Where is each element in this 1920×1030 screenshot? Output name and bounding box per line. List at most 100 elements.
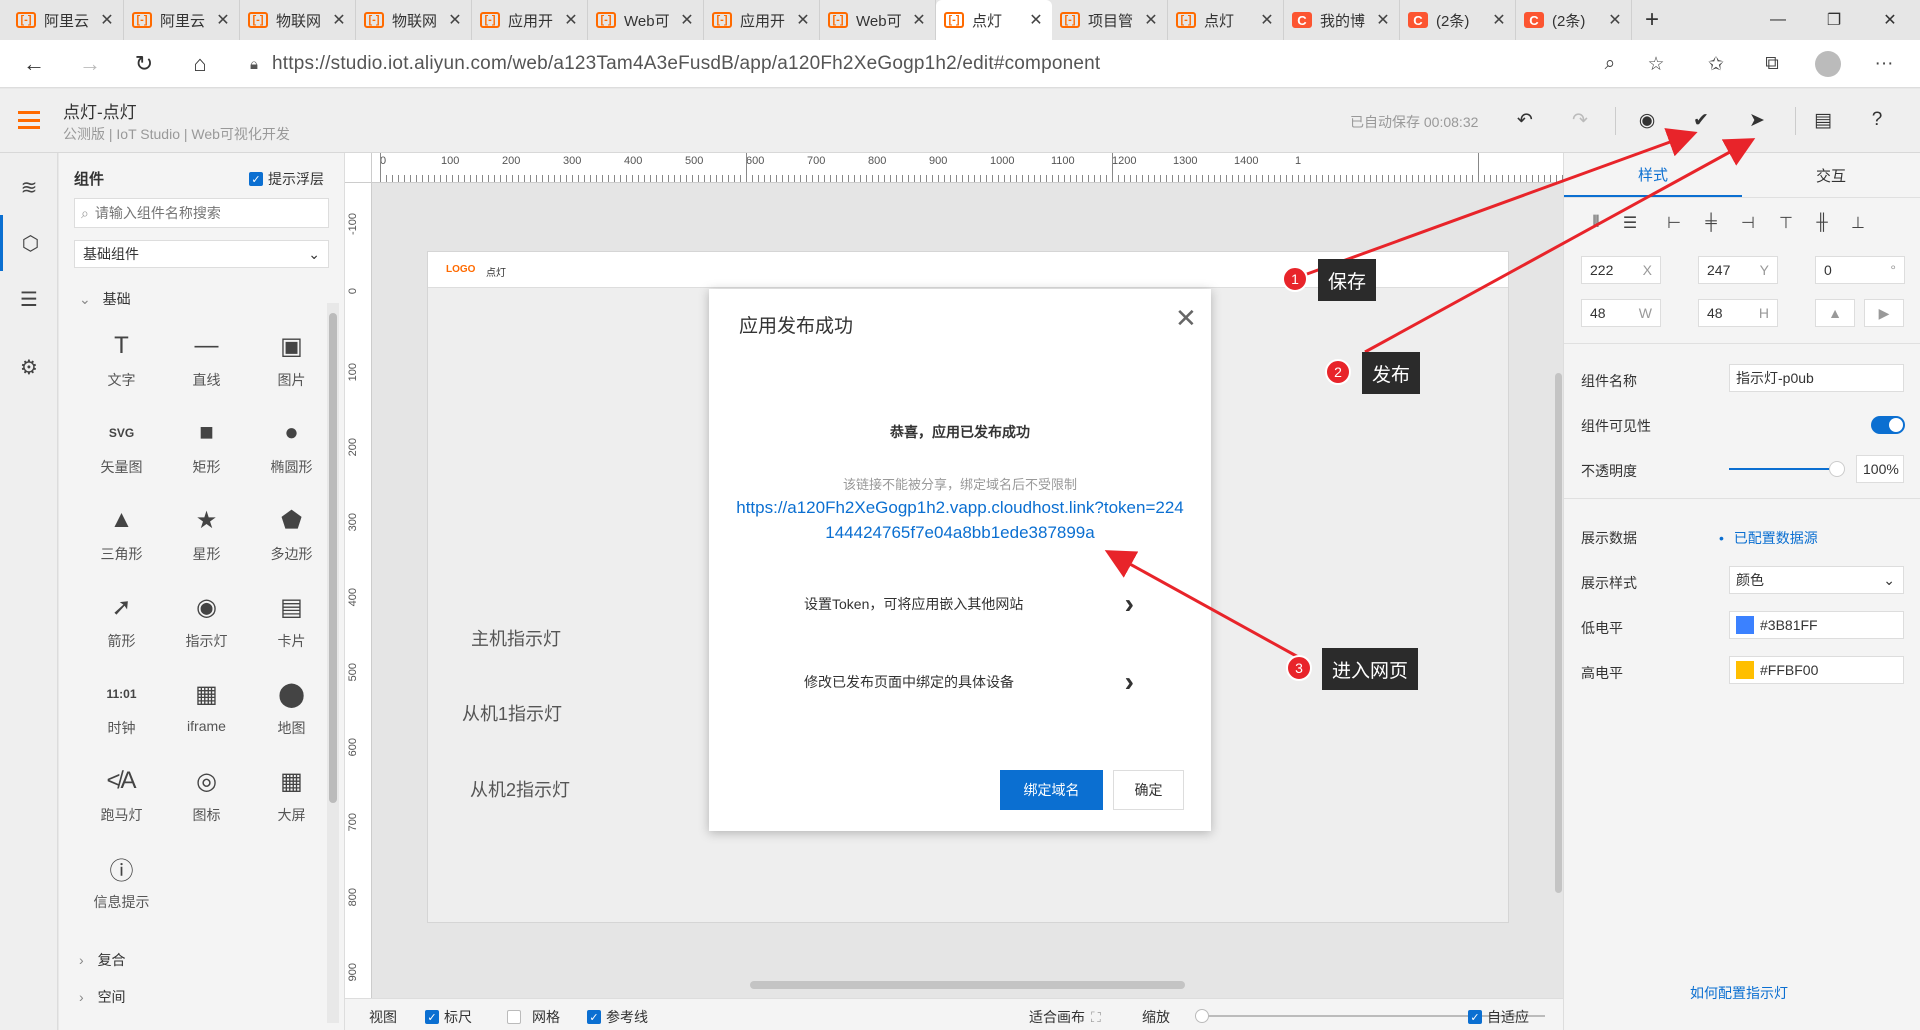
component-item[interactable]: ◎ 图标 <box>164 763 249 831</box>
undo-icon[interactable]: ↶ <box>1510 105 1540 135</box>
browser-tab[interactable]: [-] 点灯 ✕ <box>1168 0 1284 40</box>
component-item[interactable]: ● 椭圆形 <box>249 415 334 483</box>
layers-icon[interactable]: ≋ <box>0 159 58 215</box>
components-cube-icon[interactable]: ⬡ <box>0 215 58 271</box>
browser-tab[interactable]: [-] 阿里云 ✕ <box>124 0 240 40</box>
align-right-icon[interactable]: ⊣ <box>1736 211 1760 235</box>
home-icon[interactable]: ⌂ <box>184 48 216 80</box>
close-tab-icon[interactable]: ✕ <box>795 10 811 30</box>
component-item[interactable]: ◉ 指示灯 <box>164 589 249 657</box>
close-tab-icon[interactable]: ✕ <box>99 10 115 30</box>
component-item[interactable]: ⓘ 信息提示 <box>79 850 164 918</box>
profile-avatar[interactable] <box>1812 48 1844 80</box>
panel-scrollbar[interactable] <box>327 303 339 1023</box>
close-tab-icon[interactable]: ✕ <box>679 10 695 30</box>
component-item[interactable]: T 文字 <box>79 328 164 396</box>
close-tab-icon[interactable]: ✕ <box>215 10 231 30</box>
browser-tab[interactable]: [-] 物联网 ✕ <box>240 0 356 40</box>
rotation-field[interactable]: 0 ° <box>1815 256 1905 284</box>
visibility-toggle[interactable] <box>1871 416 1905 434</box>
grid-checkbox[interactable]: 网格 <box>507 1007 560 1027</box>
align-left-icon[interactable]: ⊢ <box>1662 211 1686 235</box>
change-device-row[interactable]: 修改已发布页面中绑定的具体设备 › <box>804 666 1134 697</box>
close-tab-icon[interactable]: ✕ <box>1143 10 1159 30</box>
redo-icon[interactable]: ↷ <box>1565 105 1595 135</box>
preview-eye-icon[interactable]: ◉ <box>1632 105 1662 135</box>
bind-domain-button[interactable]: 绑定域名 <box>1000 770 1103 810</box>
guides-checkbox[interactable]: ✓ 参考线 <box>587 1007 648 1027</box>
favorites-list-icon[interactable]: ✩ <box>1700 48 1732 80</box>
distribute-v-icon[interactable]: ☰ <box>1618 211 1642 235</box>
published-app-link[interactable]: https://a120Fh2XeGogp1h2.vapp.cloudhost.… <box>736 495 1184 545</box>
more-menu-icon[interactable]: ··· <box>1868 48 1900 80</box>
high-level-color-input[interactable]: #FFBF00 <box>1729 656 1904 684</box>
data-source-link[interactable]: • 已配置数据源 <box>1719 528 1818 548</box>
close-icon[interactable]: ✕ <box>1175 303 1197 334</box>
close-tab-icon[interactable]: ✕ <box>1259 10 1275 30</box>
close-tab-icon[interactable]: ✕ <box>331 10 347 30</box>
align-bottom-icon[interactable]: ⊥ <box>1846 211 1870 235</box>
component-item[interactable]: — 直线 <box>164 328 249 396</box>
component-category-select[interactable]: 基础组件 ⌄ <box>74 240 329 268</box>
pages-icon[interactable]: ☰ <box>0 271 58 327</box>
float-tooltip-checkbox[interactable]: ✓ 提示浮层 <box>249 169 324 189</box>
collections-icon[interactable]: ⧉ <box>1756 48 1788 80</box>
component-item[interactable]: SVG 矢量图 <box>79 415 164 483</box>
component-item[interactable]: ▦ 大屏 <box>249 763 334 831</box>
horizontal-scrollbar[interactable] <box>750 981 1185 989</box>
help-link[interactable]: 如何配置指示灯 <box>1690 983 1788 1003</box>
browser-tab[interactable]: C (2条) ✕ <box>1400 0 1516 40</box>
component-search[interactable]: ⌕ <box>74 198 329 228</box>
align-top-icon[interactable]: ⊤ <box>1774 211 1798 235</box>
component-item[interactable]: ⬟ 多边形 <box>249 502 334 570</box>
component-item[interactable]: ⬤ 地图 <box>249 676 334 744</box>
close-tab-icon[interactable]: ✕ <box>1607 10 1623 30</box>
group-space-header[interactable]: › 空间 <box>79 987 126 1007</box>
browser-tab[interactable]: [-] 物联网 ✕ <box>356 0 472 40</box>
width-field[interactable]: 48 W <box>1581 299 1661 327</box>
ruler-checkbox[interactable]: ✓ 标尺 <box>425 1007 472 1027</box>
align-center-h-icon[interactable]: ╪ <box>1699 211 1723 235</box>
tab-interaction[interactable]: 交互 <box>1742 153 1920 197</box>
close-window-icon[interactable]: ✕ <box>1862 0 1918 40</box>
browser-tab[interactable]: [-] 应用开 ✕ <box>472 0 588 40</box>
zoom-search-icon[interactable]: ⌕ <box>1594 48 1626 80</box>
flip-v-icon[interactable]: ▲ <box>1815 299 1855 327</box>
close-tab-icon[interactable]: ✕ <box>911 10 927 30</box>
close-tab-icon[interactable]: ✕ <box>563 10 579 30</box>
vertical-scrollbar[interactable] <box>1555 373 1562 893</box>
opacity-slider-knob[interactable] <box>1829 461 1845 477</box>
menu-icon[interactable] <box>18 111 40 129</box>
component-item[interactable]: ★ 星形 <box>164 502 249 570</box>
opacity-value[interactable]: 100% <box>1856 455 1904 483</box>
group-composite-header[interactable]: › 复合 <box>79 950 126 970</box>
group-basic-header[interactable]: ⌄ 基础 <box>79 289 131 309</box>
browser-tab[interactable]: [-] Web可 ✕ <box>820 0 936 40</box>
refresh-icon[interactable]: ↻ <box>128 48 160 80</box>
height-field[interactable]: 48 H <box>1698 299 1778 327</box>
distribute-h-icon[interactable]: ⫴ <box>1584 211 1608 235</box>
component-item[interactable]: ▤ 卡片 <box>249 589 334 657</box>
component-item[interactable]: 11:01 时钟 <box>79 676 164 744</box>
set-token-row[interactable]: 设置Token，可将应用嵌入其他网站 › <box>804 588 1134 619</box>
browser-tab[interactable]: C 我的博 ✕ <box>1284 0 1400 40</box>
minimize-icon[interactable]: — <box>1750 0 1806 40</box>
browser-tab[interactable]: [-] 应用开 ✕ <box>704 0 820 40</box>
save-check-icon[interactable]: ✔ <box>1686 105 1716 135</box>
component-item[interactable]: ▣ 图片 <box>249 328 334 396</box>
document-icon[interactable]: ▤ <box>1808 105 1838 135</box>
close-tab-icon[interactable]: ✕ <box>1491 10 1507 30</box>
url-field[interactable]: 🔒︎ https://studio.iot.aliyun.com/web/a12… <box>236 46 1681 82</box>
component-item[interactable]: ▦ iframe <box>164 676 249 744</box>
maximize-icon[interactable]: ❐ <box>1806 0 1862 40</box>
new-tab-icon[interactable]: + <box>1632 6 1672 34</box>
style-select[interactable]: 颜色 ⌄ <box>1729 566 1904 594</box>
flip-h-icon[interactable]: ▶ <box>1864 299 1904 327</box>
favorite-star-icon[interactable]: ☆ <box>1640 48 1672 80</box>
opacity-slider-track[interactable] <box>1729 468 1829 470</box>
fit-canvas-button[interactable]: 适合画布 ⛶ <box>1029 1007 1101 1027</box>
close-tab-icon[interactable]: ✕ <box>1028 10 1044 30</box>
close-tab-icon[interactable]: ✕ <box>447 10 463 30</box>
help-icon[interactable]: ? <box>1862 105 1892 135</box>
y-field[interactable]: 247 Y <box>1698 256 1778 284</box>
